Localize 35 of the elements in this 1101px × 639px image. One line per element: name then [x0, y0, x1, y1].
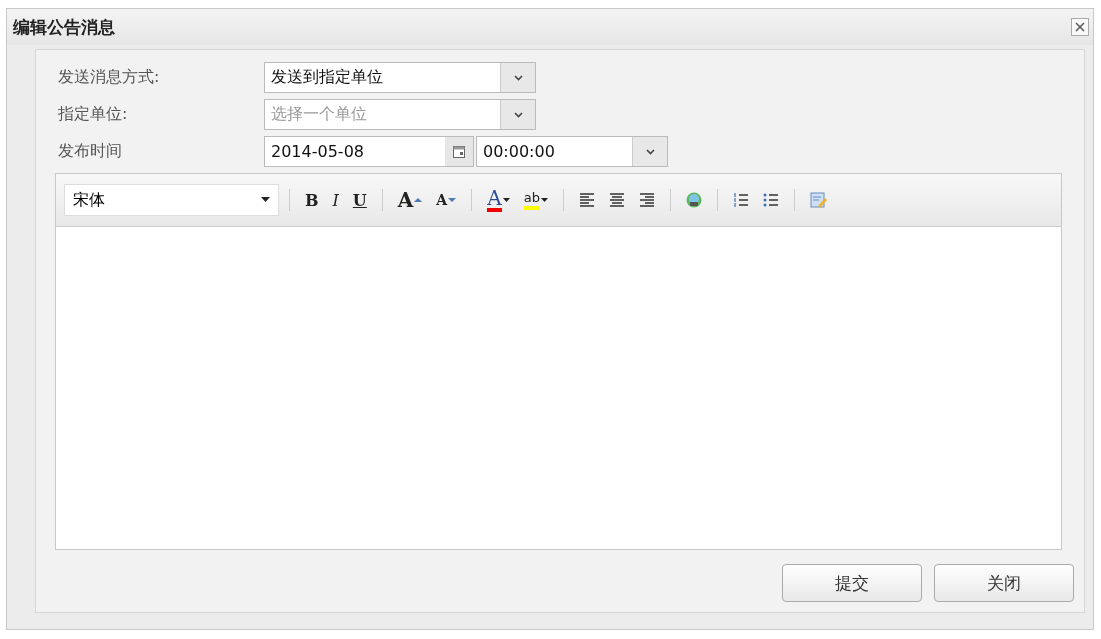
numbered-list-icon	[732, 192, 749, 208]
field-label: 发布时间	[58, 141, 123, 162]
bullet-list-icon	[762, 192, 779, 208]
close-icon	[1075, 22, 1085, 32]
italic-button[interactable]: I	[327, 185, 344, 215]
field-label: 指定单位:	[58, 104, 129, 125]
globe-icon	[685, 192, 702, 208]
caret-icon	[502, 198, 510, 202]
chevron-down-icon	[513, 111, 523, 118]
bold-button[interactable]: B	[300, 185, 324, 215]
down-arrow-icon	[448, 198, 457, 202]
chevron-down-icon	[645, 148, 655, 155]
window-title: 编辑公告消息	[13, 15, 115, 39]
edit-document-icon	[809, 192, 828, 208]
field-label: 发送消息方式:	[58, 67, 161, 88]
calendar-icon	[453, 145, 465, 158]
decrease-font-button[interactable]: A	[431, 185, 462, 215]
font-dropdown[interactable]: 宋体	[64, 184, 279, 216]
font-color-button[interactable]: A	[482, 185, 515, 215]
submit-button[interactable]: 提交	[782, 564, 922, 602]
caret-icon	[540, 198, 548, 202]
align-center-icon	[608, 192, 625, 208]
time-dropdown-field[interactable]: 00:00:00	[476, 136, 668, 167]
dropdown-field[interactable]: 发送到指定单位	[264, 62, 536, 93]
align-right-icon	[638, 192, 655, 208]
caret-icon	[261, 197, 270, 203]
increase-font-button[interactable]: A	[392, 185, 428, 215]
close-button[interactable]	[1071, 18, 1089, 36]
date-field[interactable]: 2014-05-08	[264, 136, 474, 167]
close-dialog-button[interactable]: 关闭	[934, 564, 1074, 602]
highlight-button[interactable]: ab	[518, 185, 553, 215]
chevron-down-icon	[513, 74, 523, 81]
underline-button[interactable]: U	[347, 185, 372, 215]
align-left-icon	[578, 192, 595, 208]
up-arrow-icon	[414, 198, 423, 202]
